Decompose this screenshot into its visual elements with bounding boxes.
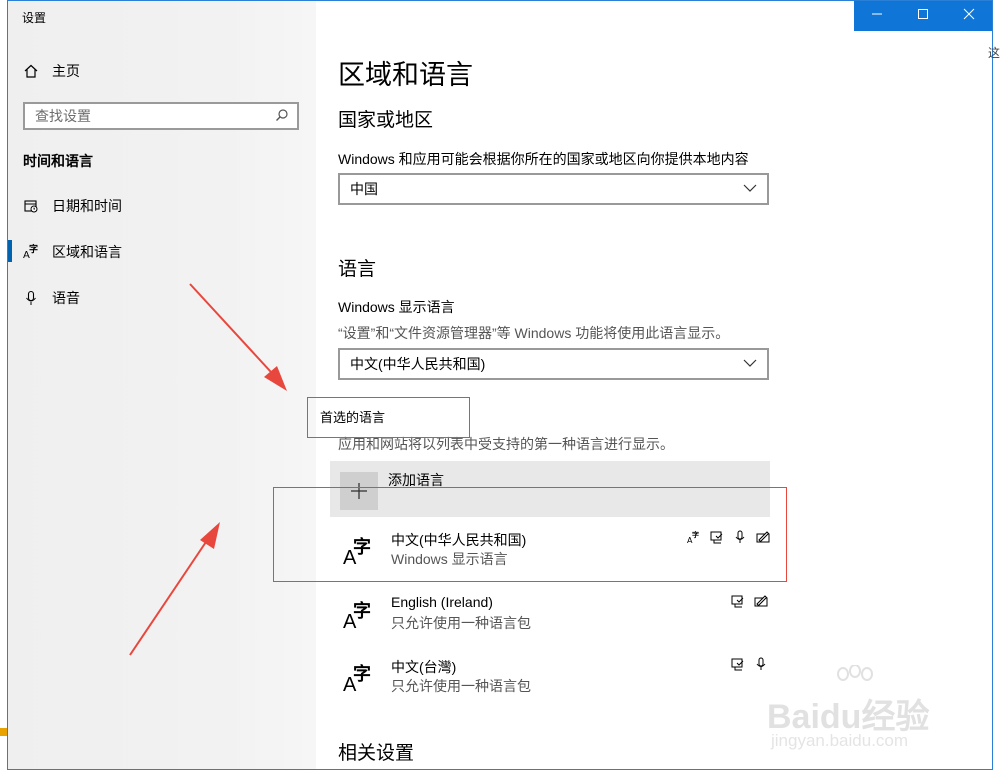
display-language-label: Windows 显示语言 xyxy=(338,299,455,315)
text-to-speech-icon xyxy=(731,595,744,608)
sidebar-item-date-time[interactable]: 日期和时间 xyxy=(22,196,122,216)
country-description: Windows 和应用可能会根据你所在的国家或地区向你提供本地内容 xyxy=(338,151,749,167)
display-language-description: “设置”和“文件资源管理器”等 Windows 功能将使用此语言显示。 xyxy=(338,325,730,341)
settings-window: 设置 主页 查找设置 时间和语言 日期和时间 A字 区域和语言 语音 区域和语言… xyxy=(7,0,993,770)
language-icon: A字 xyxy=(343,601,371,633)
text-to-speech-icon xyxy=(731,658,744,671)
sidebar-item-label: 区域和语言 xyxy=(52,244,122,260)
language-heading: 语言 xyxy=(338,259,377,280)
svg-text:字: 字 xyxy=(29,243,38,255)
chevron-down-icon xyxy=(743,181,757,198)
chevron-down-icon xyxy=(743,356,757,373)
sidebar: 设置 主页 查找设置 时间和语言 日期和时间 A字 区域和语言 语音 xyxy=(8,1,316,769)
baidu-watermark: Baidu经验 jingyan.baidu.com xyxy=(765,665,965,755)
close-icon xyxy=(963,7,975,25)
country-dropdown[interactable]: 中国 xyxy=(338,173,769,205)
sidebar-item-home[interactable]: 主页 xyxy=(22,61,80,81)
search-input[interactable]: 查找设置 xyxy=(23,102,299,130)
maximize-icon xyxy=(917,7,929,25)
language-icon: A字 xyxy=(343,664,371,696)
close-button[interactable] xyxy=(946,1,992,31)
language-name: English (Ireland) xyxy=(391,594,493,610)
minimize-icon xyxy=(871,7,883,25)
sidebar-item-region-language[interactable]: A字 区域和语言 xyxy=(22,242,122,262)
language-desc: 只允许使用一种语言包 xyxy=(391,615,531,631)
selection-indicator xyxy=(8,240,12,262)
minimize-button[interactable] xyxy=(854,1,900,31)
search-icon[interactable] xyxy=(275,108,289,125)
annotation-box-preferred xyxy=(307,397,470,438)
display-language-dropdown[interactable]: 中文(中华人民共和国) xyxy=(338,348,769,380)
sidebar-item-label: 日期和时间 xyxy=(52,198,122,214)
search-placeholder: 查找设置 xyxy=(35,108,91,124)
sidebar-item-label: 语音 xyxy=(52,290,80,306)
language-features xyxy=(731,594,768,608)
language-item-en-ie[interactable]: A字 English (Ireland) 只允许使用一种语言包 xyxy=(338,591,778,647)
language-item-zh-tw[interactable]: A字 中文(台灣) 只允许使用一种语言包 xyxy=(338,654,778,710)
country-value: 中国 xyxy=(350,181,378,197)
annotation-box-language xyxy=(273,487,787,582)
handwriting-icon xyxy=(754,595,768,607)
taskbar-edge xyxy=(0,728,7,736)
language-name: 中文(台灣) xyxy=(391,659,457,675)
maximize-button[interactable] xyxy=(900,1,946,31)
language-features xyxy=(731,657,768,671)
region-language-icon: A字 xyxy=(22,243,40,261)
language-desc: 只允许使用一种语言包 xyxy=(391,678,531,694)
calendar-clock-icon xyxy=(22,197,40,215)
home-icon xyxy=(22,62,40,80)
country-heading: 国家或地区 xyxy=(338,110,434,131)
related-settings-heading: 相关设置 xyxy=(338,743,415,764)
main-content: 区域和语言 国家或地区 Windows 和应用可能会根据你所在的国家或地区向你提… xyxy=(316,1,992,769)
sidebar-item-label: 主页 xyxy=(52,63,80,79)
microphone-icon xyxy=(22,289,40,307)
page-title: 区域和语言 xyxy=(338,60,473,90)
display-language-value: 中文(中华人民共和国) xyxy=(350,356,486,372)
sidebar-item-speech[interactable]: 语音 xyxy=(22,288,80,308)
background-window-text: 这 xyxy=(988,46,1000,60)
title-bar-controls xyxy=(854,1,992,31)
sidebar-section-heading: 时间和语言 xyxy=(23,153,93,169)
watermark-sub-text: jingyan.baidu.com xyxy=(771,731,909,750)
window-title: 设置 xyxy=(22,11,47,25)
